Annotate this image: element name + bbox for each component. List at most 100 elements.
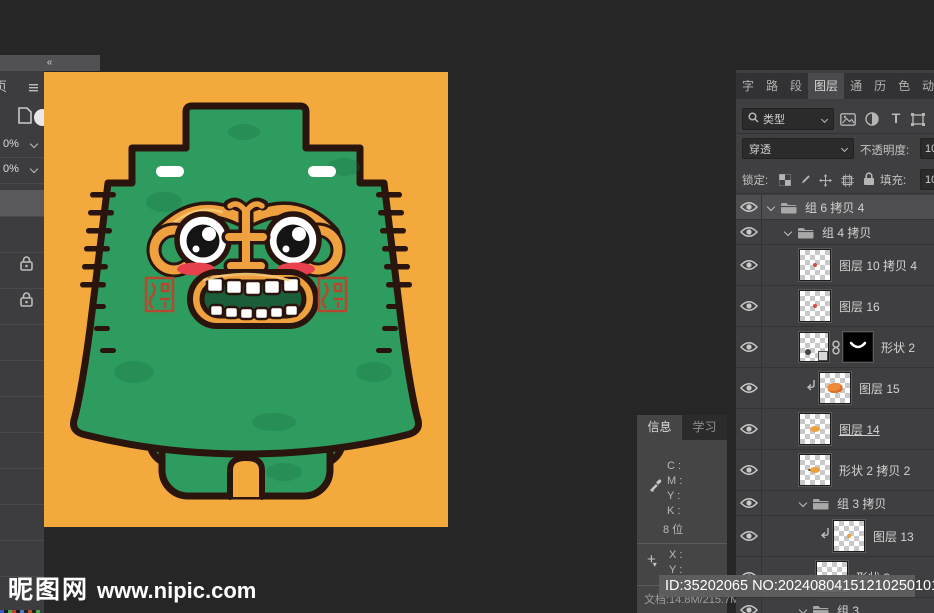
lock-icon xyxy=(20,292,33,312)
panel-tab-段[interactable]: 段 xyxy=(784,73,808,99)
lock-pixels-brush-icon[interactable] xyxy=(796,171,814,189)
expand-chevron-icon[interactable] xyxy=(783,227,793,237)
layer-row[interactable]: 图层 14 xyxy=(736,409,934,450)
thumbnail-content xyxy=(810,467,820,473)
cropped-panel-label: 页 xyxy=(0,79,8,94)
mask-link-icon[interactable] xyxy=(831,339,841,355)
layers-list: 组 6 拷贝 4 组 4 拷贝图层 10 拷贝 4 图层 16 形状 2 图层 15 图层… xyxy=(736,195,934,613)
layer-row[interactable]: 图层 13 xyxy=(736,516,934,557)
opacity-field[interactable]: 100% xyxy=(920,138,934,159)
layer-row[interactable]: 形状 2 xyxy=(736,327,934,368)
zoom-field[interactable]: 0% xyxy=(0,158,44,182)
channel-label: K : xyxy=(667,505,681,517)
layer-name: 形状 2 xyxy=(881,340,916,355)
channel-label: Y : xyxy=(667,490,681,502)
filter-adjustment-layers-icon[interactable] xyxy=(862,110,882,128)
layer-row[interactable]: 图层 16 xyxy=(736,286,934,327)
layer-filter-select[interactable]: 类型 xyxy=(742,108,834,130)
panel-tab-动[interactable]: 动 xyxy=(916,73,934,99)
visibility-eye-icon[interactable] xyxy=(736,516,762,556)
search-icon xyxy=(748,112,759,126)
group-row[interactable]: 组 4 拷贝 xyxy=(736,220,934,245)
layer-name: 组 4 拷贝 xyxy=(822,225,872,240)
layer-row[interactable]: 形状 2 拷贝 2 xyxy=(736,450,934,491)
visibility-eye-icon[interactable] xyxy=(736,491,762,515)
clipping-mask-arrow-icon xyxy=(820,527,831,545)
thumbnail-content xyxy=(813,304,817,308)
lock-icon xyxy=(20,256,33,276)
expand-chevron-icon[interactable] xyxy=(766,202,776,212)
layer-row[interactable]: 图层 15 xyxy=(736,368,934,409)
watermark: 昵图网 www.nipic.com xyxy=(8,570,256,606)
left-cropped-panel: 页 0% 0% xyxy=(0,71,51,613)
zoom-field[interactable]: 0% xyxy=(0,133,44,157)
layer-thumbnail[interactable] xyxy=(798,331,830,363)
layer-name: 组 3 拷贝 xyxy=(837,496,887,511)
group-row[interactable]: 组 3 拷贝 xyxy=(736,491,934,516)
lock-all-icon[interactable] xyxy=(860,170,878,188)
folder-icon xyxy=(797,226,814,239)
visibility-eye-icon[interactable] xyxy=(736,368,762,408)
panel-menu-icon[interactable] xyxy=(29,79,38,97)
visibility-eye-icon[interactable] xyxy=(736,195,762,219)
visibility-eye-icon[interactable] xyxy=(736,409,762,449)
filter-shape-layers-icon[interactable] xyxy=(908,110,928,128)
visibility-eye-icon[interactable] xyxy=(736,220,762,244)
collapse-panels-button[interactable]: « xyxy=(0,55,100,71)
layer-row[interactable]: 图层 10 拷贝 4 xyxy=(736,245,934,286)
panel-tab-路[interactable]: 路 xyxy=(760,73,784,99)
lock-transparency-icon[interactable] xyxy=(776,171,794,189)
folder-icon xyxy=(780,201,797,214)
channel-label: C : xyxy=(667,460,682,472)
vector-mask-thumbnail[interactable] xyxy=(842,331,874,363)
coord-label: X : xyxy=(669,549,683,561)
visibility-eye-icon[interactable] xyxy=(736,598,762,613)
panel-tab-bar: 字路段图层通历色动颜 xyxy=(736,73,934,99)
layer-thumbnail[interactable] xyxy=(832,519,866,553)
thumbnail-content xyxy=(827,383,843,393)
lock-position-move-icon[interactable] xyxy=(816,171,834,189)
expand-chevron-icon[interactable] xyxy=(798,605,808,613)
panel-tab-图层[interactable]: 图层 xyxy=(808,73,845,99)
folder-icon xyxy=(812,604,829,613)
layer-thumbnail[interactable] xyxy=(798,412,832,446)
layer-thumbnail[interactable] xyxy=(798,453,832,487)
layer-name: 图层 13 xyxy=(873,529,914,544)
visibility-eye-icon[interactable] xyxy=(736,450,762,490)
info-tab-信息[interactable]: 信息 xyxy=(637,415,682,440)
lock-artboard-icon[interactable] xyxy=(838,171,856,189)
stock-id-overlay: ID:35202065 NO:20240804151210250101 xyxy=(659,575,934,597)
clipping-mask-arrow-icon xyxy=(806,379,817,397)
visibility-eye-icon[interactable] xyxy=(736,245,762,285)
document-canvas[interactable] xyxy=(44,72,448,527)
blend-mode-select[interactable]: 穿透 xyxy=(742,138,854,159)
filter-pixel-layers-icon[interactable] xyxy=(838,110,858,128)
fill-field[interactable]: 100% xyxy=(920,169,934,190)
panel-tab-字[interactable]: 字 xyxy=(736,73,760,99)
expand-chevron-icon[interactable] xyxy=(798,498,808,508)
panel-tab-色[interactable]: 色 xyxy=(892,73,916,99)
layer-thumbnail[interactable] xyxy=(818,371,852,405)
watermark-url: www.nipic.com xyxy=(97,578,257,603)
photoshop-window: « 页 0% 0% 信息 学习 C: M: Y: K: 8 位 +▾ X… xyxy=(0,0,934,613)
group-row[interactable]: 组 3 xyxy=(736,598,934,613)
folder-icon xyxy=(812,497,829,510)
filter-type-layers-icon[interactable]: T xyxy=(886,109,906,127)
thumbnail-content xyxy=(813,263,817,267)
visibility-eye-icon[interactable] xyxy=(736,327,762,367)
layer-name: 组 6 拷贝 4 xyxy=(805,200,865,215)
cmyk-readout: C : M : Y : K : xyxy=(667,459,682,519)
selected-row[interactable] xyxy=(0,190,44,216)
visibility-eye-icon[interactable] xyxy=(736,286,762,326)
page-icon xyxy=(17,107,32,129)
layer-name: 图层 15 xyxy=(859,381,900,396)
layer-thumbnail[interactable] xyxy=(798,289,832,323)
layer-name: 图层 14 xyxy=(839,422,880,437)
panel-tab-历[interactable]: 历 xyxy=(868,73,892,99)
channel-label: M : xyxy=(667,475,683,487)
panel-tab-通[interactable]: 通 xyxy=(844,73,868,99)
xy-readout: X :Y : xyxy=(669,548,682,578)
group-row[interactable]: 组 6 拷贝 4 xyxy=(736,195,934,220)
layer-thumbnail[interactable] xyxy=(798,248,832,282)
info-tab-学习[interactable]: 学习 xyxy=(682,415,727,440)
